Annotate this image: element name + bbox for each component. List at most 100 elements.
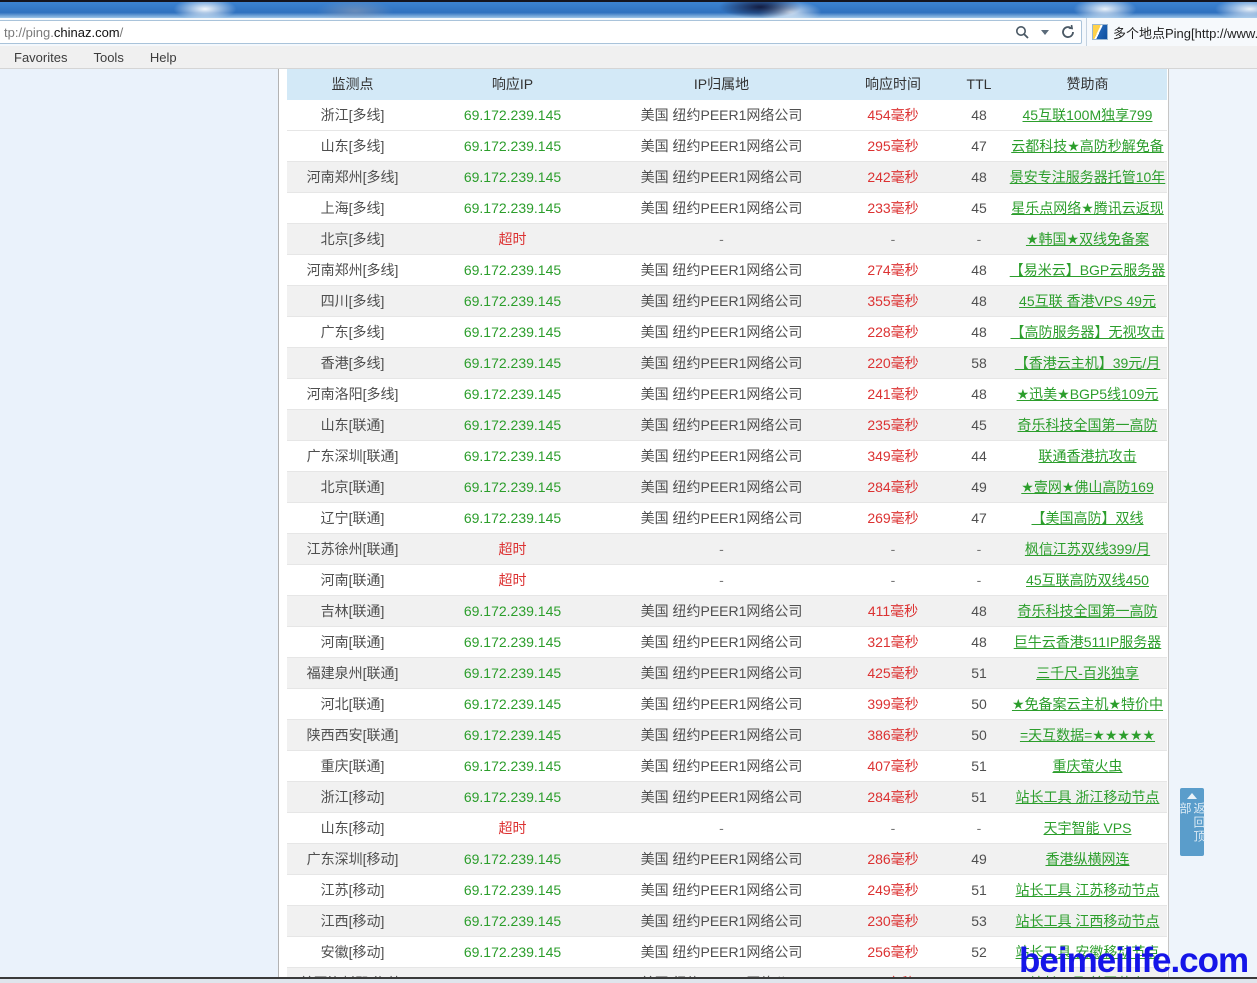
- response-time-cell: 220毫秒: [836, 348, 950, 378]
- tab-title: 多个地点Ping[http://www...: [1113, 23, 1257, 42]
- ttl-cell: 48: [950, 100, 1008, 130]
- search-icon[interactable]: [1013, 22, 1031, 42]
- table-row: 江苏[移动]69.172.239.145美国 纽约PEER1网络公司249毫秒5…: [287, 875, 1167, 906]
- ttl-cell: 48: [950, 627, 1008, 657]
- monitor-point-cell: 福建泉州[联通]: [287, 658, 418, 688]
- response-time-cell: 230毫秒: [836, 906, 950, 936]
- sponsor-link[interactable]: 奇乐科技全国第一高防: [1008, 596, 1167, 626]
- response-time-cell: 386毫秒: [836, 720, 950, 750]
- table-row: 广东深圳[联通]69.172.239.145美国 纽约PEER1网络公司349毫…: [287, 441, 1167, 472]
- ttl-cell: 51: [950, 658, 1008, 688]
- sponsor-link[interactable]: 天宇智能 VPS: [1008, 813, 1167, 843]
- response-time-cell: 399毫秒: [836, 689, 950, 719]
- sponsor-link[interactable]: 枫信江苏双线399/月: [1008, 534, 1167, 564]
- table-row: 上海[多线]69.172.239.145美国 纽约PEER1网络公司233毫秒4…: [287, 193, 1167, 224]
- chinaz-site-favicon: [1092, 24, 1108, 40]
- monitor-point-cell: 安徽[移动]: [287, 937, 418, 967]
- response-ip-cell: 69.172.239.145: [418, 317, 607, 347]
- chevron-down-icon[interactable]: [1036, 22, 1054, 42]
- sponsor-link[interactable]: 【香港云主机】39元/月: [1008, 348, 1167, 378]
- sponsor-link[interactable]: 45互联100M独享799: [1008, 100, 1167, 130]
- table-header-row: 监测点 响应IP IP归属地 响应时间 TTL 赞助商: [287, 69, 1167, 100]
- ip-location-cell: 美国 纽约PEER1网络公司: [607, 875, 836, 905]
- ttl-cell: 51: [950, 875, 1008, 905]
- sponsor-link[interactable]: ★迅美★BGP5线109元: [1008, 379, 1167, 409]
- menu-item-help[interactable]: Help: [150, 50, 177, 65]
- sponsor-link[interactable]: 奇乐科技全国第一高防: [1008, 410, 1167, 440]
- response-time-cell: 274毫秒: [836, 255, 950, 285]
- response-ip-cell: 超时: [418, 565, 607, 595]
- page-content: 监测点 响应IP IP归属地 响应时间 TTL 赞助商 浙江[多线]69.172…: [0, 69, 1257, 983]
- monitor-point-cell: 山东[移动]: [287, 813, 418, 843]
- response-ip-cell: 超时: [418, 224, 607, 254]
- sponsor-link[interactable]: 云都科技★高防秒解免备: [1008, 131, 1167, 161]
- refresh-icon[interactable]: [1059, 22, 1077, 42]
- response-ip-cell: 69.172.239.145: [418, 472, 607, 502]
- ttl-cell: 48: [950, 596, 1008, 626]
- sponsor-link[interactable]: 【美国高防】双线: [1008, 503, 1167, 533]
- ip-location-cell: 美国 纽约PEER1网络公司: [607, 255, 836, 285]
- sponsor-link[interactable]: 45互联 香港VPS 49元: [1008, 286, 1167, 316]
- monitor-point-cell: 河南[联通]: [287, 565, 418, 595]
- ttl-cell: 48: [950, 255, 1008, 285]
- header-response-time: 响应时间: [836, 69, 950, 100]
- sponsor-link[interactable]: 星乐点网络★腾讯云返现: [1008, 193, 1167, 223]
- monitor-point-cell: 陕西西安[联通]: [287, 720, 418, 750]
- table-row: 广东[多线]69.172.239.145美国 纽约PEER1网络公司228毫秒4…: [287, 317, 1167, 348]
- sponsor-link[interactable]: ★壹网★佛山高防169: [1008, 472, 1167, 502]
- sponsor-link[interactable]: 【易米云】BGP云服务器: [1008, 255, 1167, 285]
- sponsor-link[interactable]: 站长工具 浙江移动节点: [1008, 782, 1167, 812]
- sponsor-link[interactable]: 站长工具 江苏移动节点: [1008, 875, 1167, 905]
- menu-item-favorites[interactable]: Favorites: [14, 50, 67, 65]
- ip-location-cell: 美国 纽约PEER1网络公司: [607, 379, 836, 409]
- table-row: 河南[联通]69.172.239.145美国 纽约PEER1网络公司321毫秒4…: [287, 627, 1167, 658]
- response-time-cell: 349毫秒: [836, 441, 950, 471]
- monitor-point-cell: 江西[移动]: [287, 906, 418, 936]
- response-time-cell: -: [836, 224, 950, 254]
- header-response-ip: 响应IP: [418, 69, 607, 100]
- browser-tab[interactable]: 多个地点Ping[http://www...: [1086, 18, 1257, 46]
- response-ip-cell: 69.172.239.145: [418, 937, 607, 967]
- table-row: 重庆[联通]69.172.239.145美国 纽约PEER1网络公司407毫秒5…: [287, 751, 1167, 782]
- monitor-point-cell: 重庆[联通]: [287, 751, 418, 781]
- monitor-point-cell: 吉林[联通]: [287, 596, 418, 626]
- response-time-cell: 286毫秒: [836, 844, 950, 874]
- response-time-cell: 241毫秒: [836, 379, 950, 409]
- response-ip-cell: 69.172.239.145: [418, 627, 607, 657]
- menu-item-tools[interactable]: Tools: [93, 50, 123, 65]
- sponsor-link[interactable]: ★韩国★双线免备案: [1008, 224, 1167, 254]
- response-time-cell: 295毫秒: [836, 131, 950, 161]
- sponsor-link[interactable]: 巨牛云香港511IP服务器: [1008, 627, 1167, 657]
- header-ttl: TTL: [950, 69, 1008, 100]
- address-bar[interactable]: tp://ping.chinaz.com/: [0, 20, 1082, 44]
- back-to-top-button[interactable]: 返回顶部: [1180, 788, 1204, 856]
- monitor-point-cell: 河南洛阳[多线]: [287, 379, 418, 409]
- ip-location-cell: 美国 纽约PEER1网络公司: [607, 658, 836, 688]
- ip-location-cell: 美国 纽约PEER1网络公司: [607, 100, 836, 130]
- sponsor-link[interactable]: 三千尺-百兆独享: [1008, 658, 1167, 688]
- table-row: 广东深圳[移动]69.172.239.145美国 纽约PEER1网络公司286毫…: [287, 844, 1167, 875]
- response-ip-cell: 69.172.239.145: [418, 100, 607, 130]
- ip-location-cell: 美国 纽约PEER1网络公司: [607, 906, 836, 936]
- ip-location-cell: 美国 纽约PEER1网络公司: [607, 937, 836, 967]
- sponsor-link[interactable]: ★免备案云主机★特价中: [1008, 689, 1167, 719]
- ttl-cell: 44: [950, 441, 1008, 471]
- sponsor-link[interactable]: =天互数据=★★★★★: [1008, 720, 1167, 750]
- monitor-point-cell: 广东深圳[移动]: [287, 844, 418, 874]
- sponsor-link[interactable]: 景安专注服务器托管10年: [1008, 162, 1167, 192]
- sponsor-link[interactable]: 45互联高防双线450: [1008, 565, 1167, 595]
- sponsor-link[interactable]: 【高防服务器】无视攻击: [1008, 317, 1167, 347]
- monitor-point-cell: 辽宁[联通]: [287, 503, 418, 533]
- ttl-cell: 50: [950, 689, 1008, 719]
- sponsor-link[interactable]: 香港纵横网连: [1008, 844, 1167, 874]
- response-time-cell: 242毫秒: [836, 162, 950, 192]
- ip-location-cell: 美国 纽约PEER1网络公司: [607, 503, 836, 533]
- response-ip-cell: 69.172.239.145: [418, 782, 607, 812]
- arrow-up-icon: [1187, 793, 1197, 799]
- response-time-cell: 235毫秒: [836, 410, 950, 440]
- sponsor-link[interactable]: 联通香港抗攻击: [1008, 441, 1167, 471]
- table-row: 香港[多线]69.172.239.145美国 纽约PEER1网络公司220毫秒5…: [287, 348, 1167, 379]
- sponsor-link[interactable]: 重庆萤火虫: [1008, 751, 1167, 781]
- ttl-cell: 58: [950, 348, 1008, 378]
- sponsor-link[interactable]: 站长工具 江西移动节点: [1008, 906, 1167, 936]
